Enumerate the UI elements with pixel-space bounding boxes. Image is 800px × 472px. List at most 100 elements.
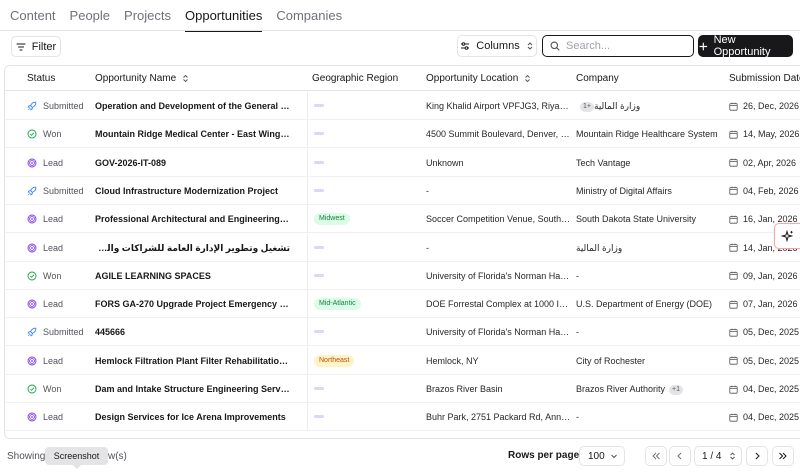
company-cell[interactable]: - [576,318,726,346]
company-name: Tech Vantage [576,157,631,168]
status-cell: Won [27,375,95,403]
table-row[interactable]: Won Dam and Intake Structure Engineering … [5,375,800,403]
chevron-left-icon [677,452,682,460]
company-cell[interactable]: Tech Vantage [576,149,726,177]
page-select[interactable]: 1 / 4 [694,446,742,466]
more-companies-badge[interactable]: +1 [669,384,684,395]
company-cell[interactable]: South Dakota State University [576,205,726,233]
status-label: Lead [43,242,64,253]
company-cell[interactable]: - [576,262,726,290]
columns-button[interactable]: Columns [457,35,537,57]
column-divider [307,233,308,261]
submission-date: 02, Apr, 2026 [729,149,800,177]
opportunity-name[interactable]: 445666 [95,318,290,346]
calendar-icon [729,328,738,337]
sort-icon [183,74,188,83]
header-opportunity-name[interactable]: Opportunity Name [95,66,189,91]
company-cell[interactable]: U.S. Department of Energy (DOE) [576,290,726,318]
tab-companies[interactable]: Companies [276,8,342,32]
table-row[interactable]: Won Mountain Ridge Medical Center - East … [5,120,800,149]
opportunity-name[interactable]: Mountain Ridge Medical Center - East Win… [95,120,290,148]
table-row[interactable]: Lead FORS GA-270 Upgrade Project Emergenc… [5,290,800,319]
opportunity-location: Hemlock, NY [426,355,479,366]
table-header: Status Opportunity Name Geographic Regio… [5,66,800,91]
company-name: Brazos River Authority [576,384,666,394]
submission-date: 26, Dec, 2026 [729,92,800,120]
filter-button[interactable]: Filter [11,36,61,57]
opportunity-name[interactable]: FORS GA-270 Upgrade Project Emergency Op… [95,290,290,318]
first-page-button[interactable] [645,446,667,466]
table-row[interactable]: Lead تشغيل وتطوير الإدارة العامة للشراكات… [5,233,800,262]
table-row[interactable]: Submitted Operation and Development of th… [5,92,800,120]
company-name: - [576,270,579,281]
region-empty-badge [314,160,324,164]
opportunity-name[interactable]: GOV-2026-IT-089 [95,149,290,177]
opportunity-name[interactable]: Hemlock Filtration Plant Filter Rehabili… [95,347,290,375]
tab-projects[interactable]: Projects [124,8,171,32]
status-cell: Lead [27,149,95,177]
column-divider [307,261,308,289]
table-row[interactable]: Submitted 445666 University of Florida's N… [5,318,800,347]
date-label: 07, Jan, 2026 [743,299,798,310]
tab-bar: Content People Projects Opportunities Co… [0,0,800,32]
tab-content[interactable]: Content [10,8,56,32]
date-label: 02, Apr, 2026 [743,157,797,168]
next-page-button[interactable] [746,446,768,466]
rows-per-page-select[interactable]: 100 [579,446,625,466]
company-name: - [576,412,579,423]
company-cell[interactable]: - [576,403,726,431]
column-divider [307,176,308,204]
submission-date: 07, Jan, 2026 [729,290,800,318]
opportunity-name[interactable]: Cloud Infrastructure Modernization Proje… [95,177,290,205]
company-cell[interactable]: City of Rochester [576,347,726,375]
date-label: 05, Dec, 2025 [743,355,800,366]
status-label: Submitted [43,327,84,338]
status-cell: Submitted [27,318,95,346]
table-row[interactable]: Won AGILE LEARNING SPACES University of Fl… [5,261,800,290]
table-row[interactable]: Submitted Cloud Infrastructure Modernizat… [5,176,800,205]
header-opportunity-location[interactable]: Opportunity Location [426,66,531,91]
opportunity-name[interactable]: Professional Architectural and Engineeri… [95,205,290,233]
region-empty-badge [314,188,324,192]
opportunity-name[interactable]: Dam and Intake Structure Engineering Ser… [95,375,290,403]
region-empty-badge [314,104,324,107]
chevrons-left-icon [652,452,660,460]
new-opportunity-label: New Opportunity [713,34,771,58]
previous-page-button[interactable] [669,446,691,466]
search-input[interactable] [566,40,686,52]
table-row[interactable]: Lead Hemlock Filtration Plant Filter Reha… [5,346,800,375]
calendar-icon [729,215,738,224]
check-circle-icon [27,271,37,281]
calendar-icon [729,158,738,167]
header-geographic-region[interactable]: Geographic Region [312,66,398,91]
rocket-icon [27,101,37,111]
column-divider [307,318,308,346]
company-cell[interactable]: Mountain Ridge Healthcare System [576,120,726,148]
new-opportunity-button[interactable]: New Opportunity [698,34,793,58]
table-row[interactable]: Lead Design Services for Ice Arena Improv… [5,403,800,432]
header-status[interactable]: Status [27,66,55,91]
tab-opportunities[interactable]: Opportunities [185,8,263,32]
company-cell[interactable]: Brazos River Authority +1 [576,375,726,403]
opportunity-location: King Khalid Airport VPFJG3, Riyadh B... [426,101,571,111]
opportunity-name[interactable]: تشغيل وتطوير الإدارة العامة للشراكات وال… [95,234,290,262]
opportunity-name[interactable]: AGILE LEARNING SPACES [95,262,290,290]
status-label: Lead [43,355,64,366]
opportunity-name[interactable]: Operation and Development of the General… [95,92,290,120]
company-cell[interactable]: وزارة المالية+1 [576,92,726,120]
last-page-button[interactable] [772,446,794,466]
tab-people[interactable]: People [70,8,110,32]
ai-assistant-button[interactable] [774,223,800,249]
table-row[interactable]: Lead GOV-2026-IT-089 Unknown Tech Vantage 02… [5,148,800,177]
company-cell[interactable]: Ministry of Digital Affairs [576,177,726,205]
more-companies-badge[interactable]: +1 [580,101,594,112]
status-label: Won [43,129,62,140]
header-company[interactable]: Company [576,66,619,91]
chevron-up-down-icon [527,42,533,50]
table-row[interactable]: Lead Professional Architectural and Engin… [5,205,800,234]
header-submission-date[interactable]: Submission Date [729,66,800,91]
column-divider [307,205,308,233]
opportunity-name[interactable]: Design Services for Ice Arena Improvemen… [95,403,290,431]
company-cell[interactable]: وزارة المالية [576,234,726,262]
rocket-icon [27,186,37,196]
